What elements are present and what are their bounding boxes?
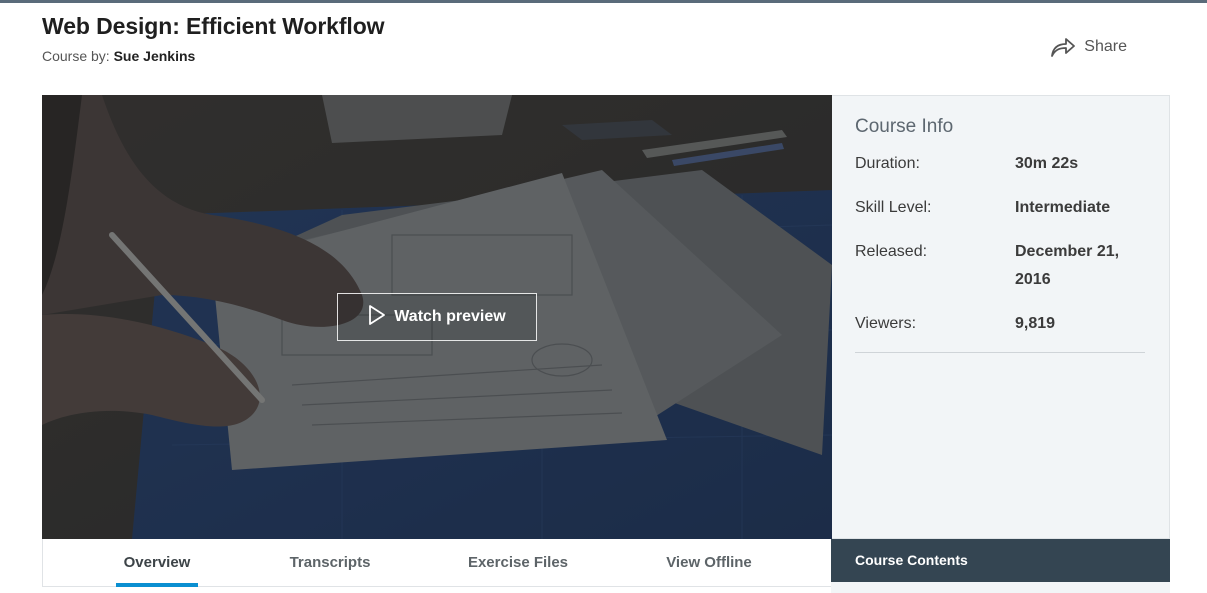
author-name[interactable]: Sue Jenkins <box>114 48 196 64</box>
tab-transcripts[interactable]: Transcripts <box>280 539 380 586</box>
course-header: Web Design: Efficient Workflow Course by… <box>42 13 1170 83</box>
info-row-released: Released: December 21, 2016 <box>855 238 1145 294</box>
course-contents-header[interactable]: Course Contents <box>831 539 1170 582</box>
info-label: Released: <box>855 243 928 260</box>
page-title: Web Design: Efficient Workflow <box>42 13 385 39</box>
tab-view-offline[interactable]: View Offline <box>655 539 763 586</box>
top-border <box>0 0 1207 3</box>
info-value: December 21, 2016 <box>1015 243 1120 288</box>
info-value: 30m 22s <box>1015 155 1079 172</box>
course-info-title: Course Info <box>855 116 954 137</box>
course-tabs: Overview Transcripts Exercise Files View… <box>42 539 832 587</box>
course-info-panel: Course Info Duration: 30m 22s Skill Leve… <box>832 95 1170 539</box>
info-value: Intermediate <box>1015 199 1111 216</box>
info-label: Viewers: <box>855 315 917 332</box>
info-row-skill-level: Skill Level: Intermediate <box>855 194 1145 222</box>
info-value: 9,819 <box>1015 315 1056 332</box>
info-label: Duration: <box>855 155 920 172</box>
share-button[interactable]: Share <box>1050 37 1127 57</box>
share-label: Share <box>1084 38 1127 55</box>
byline-prefix: Course by: <box>42 48 110 64</box>
play-icon <box>368 304 386 330</box>
watch-preview-label: Watch preview <box>394 308 506 325</box>
watch-preview-button[interactable]: Watch preview <box>337 293 537 341</box>
tab-exercise-files[interactable]: Exercise Files <box>459 539 577 586</box>
info-row-duration: Duration: 30m 22s <box>855 150 1145 178</box>
info-divider <box>855 352 1145 353</box>
video-preview[interactable]: Watch preview <box>42 95 832 539</box>
course-contents-list <box>831 582 1170 593</box>
share-arrow-icon <box>1050 37 1076 57</box>
tab-overview[interactable]: Overview <box>116 539 198 587</box>
info-row-viewers: Viewers: 9,819 <box>855 310 1145 338</box>
course-byline: Course by: Sue Jenkins <box>42 48 1170 64</box>
info-label: Skill Level: <box>855 199 932 216</box>
